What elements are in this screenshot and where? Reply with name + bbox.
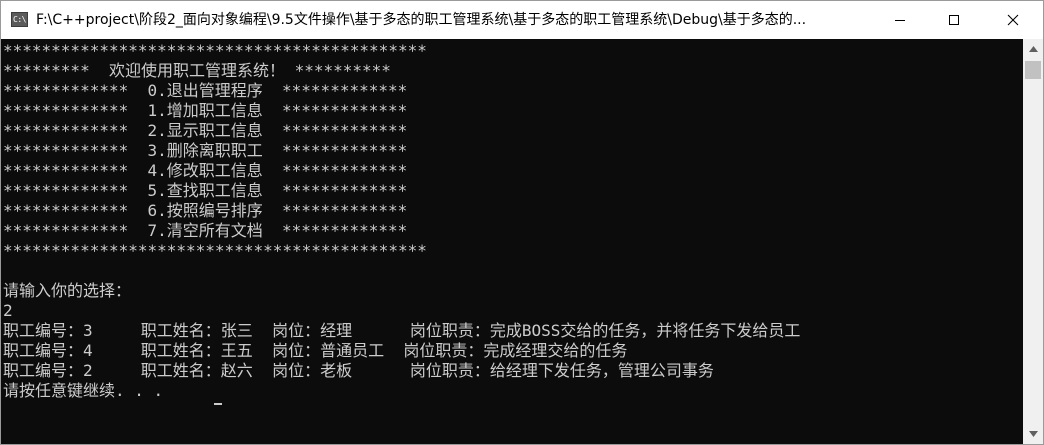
window-title: F:\C++project\阶段2_面向对象编程\9.5文件操作\基于多态的职工… [36, 12, 807, 28]
maximize-button[interactable] [931, 1, 977, 39]
console-line: ********* 欢迎使用职工管理系统！ ********** [3, 61, 391, 80]
console-line: ************* 5.查找职工信息 ************* [3, 181, 408, 200]
scroll-down-button[interactable] [1023, 424, 1043, 444]
console-line: ************* 4.修改职工信息 ************* [3, 161, 408, 180]
console-line: 请按任意键继续. . . [3, 381, 164, 400]
console-output[interactable]: ****************************************… [1, 39, 1023, 444]
close-button[interactable] [990, 1, 1036, 39]
text-cursor [214, 403, 222, 405]
console-line: ************* 0.退出管理程序 ************* [3, 81, 408, 100]
console-line: 职工编号：4 职工姓名：王五 岗位：普通员工 岗位职责：完成经理交给的任务 [3, 341, 628, 360]
console-app-icon: C:\ [11, 12, 28, 27]
minimize-icon [895, 19, 905, 21]
console-window: C:\ F:\C++project\阶段2_面向对象编程\9.5文件操作\基于多… [0, 0, 1044, 445]
console-line: ****************************************… [3, 241, 427, 260]
maximize-icon [949, 15, 959, 25]
console-line: 职工编号：2 职工姓名：赵六 岗位：老板 岗位职责：给经理下发任务，管理公司事务 [3, 361, 714, 380]
chevron-down-icon [1028, 431, 1038, 437]
console-line: ************* 1.增加职工信息 ************* [3, 101, 408, 120]
console-line: ************* 6.按照编号排序 ************* [3, 201, 408, 220]
console-line: ****************************************… [3, 41, 427, 60]
close-icon [1007, 14, 1019, 26]
console-line: ************* 7.清空所有文档 ************* [3, 221, 408, 240]
title-bar[interactable]: C:\ F:\C++project\阶段2_面向对象编程\9.5文件操作\基于多… [1, 1, 1043, 39]
console-line: ************* 3.删除离职职工 ************* [3, 141, 408, 160]
chevron-up-icon [1028, 46, 1038, 52]
minimize-button[interactable] [877, 1, 923, 39]
scroll-thumb[interactable] [1025, 61, 1041, 79]
scroll-up-button[interactable] [1023, 39, 1043, 59]
console-line: 2 [3, 301, 13, 320]
console-line: ************* 2.显示职工信息 ************* [3, 121, 408, 140]
vertical-scrollbar[interactable] [1023, 39, 1043, 444]
console-line: 职工编号：3 职工姓名：张三 岗位：经理 岗位职责：完成BOSS交给的任务，并将… [3, 321, 801, 340]
console-line: 请输入你的选择： [3, 281, 132, 300]
